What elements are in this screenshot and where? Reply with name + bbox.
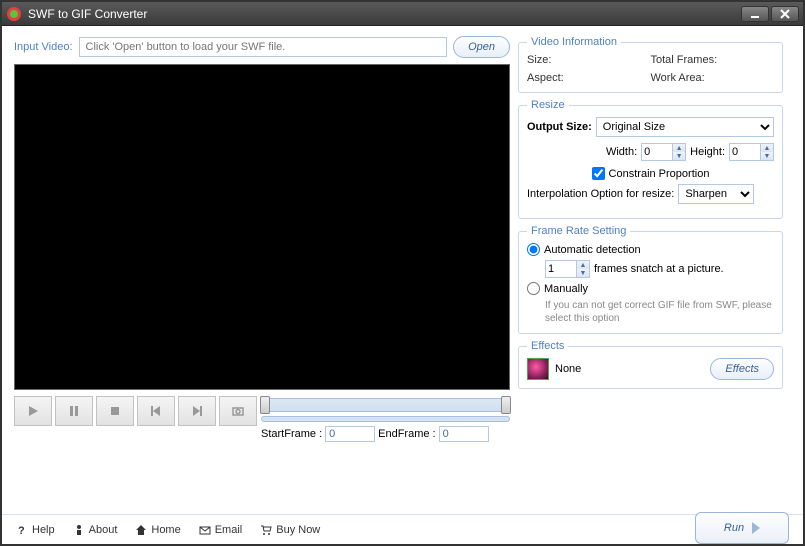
window-title: SWF to GIF Converter	[28, 7, 739, 21]
work-area-label: Work Area:	[651, 72, 775, 84]
interp-select[interactable]: Sharpen	[678, 184, 754, 204]
buy-link[interactable]: Buy Now	[260, 524, 320, 536]
video-preview	[14, 64, 510, 390]
width-down[interactable]: ▼	[673, 152, 685, 160]
range-slider[interactable]	[261, 398, 510, 412]
height-down[interactable]: ▼	[761, 152, 773, 160]
input-video-field[interactable]	[79, 37, 448, 57]
effect-name: None	[555, 363, 704, 375]
effects-legend: Effects	[527, 340, 568, 352]
frame-rate-group: Frame Rate Setting Automatic detection ▲…	[518, 225, 783, 334]
auto-label: Automatic detection	[544, 244, 641, 256]
interp-label: Interpolation Option for resize:	[527, 188, 674, 200]
startframe-input[interactable]	[325, 426, 375, 442]
height-up[interactable]: ▲	[761, 144, 773, 152]
input-video-label: Input Video:	[14, 41, 73, 53]
about-link[interactable]: About	[73, 524, 118, 536]
svg-text:?: ?	[18, 525, 25, 536]
app-icon	[6, 6, 22, 22]
play-button[interactable]	[14, 396, 52, 426]
width-label: Width:	[606, 146, 637, 158]
home-link[interactable]: Home	[135, 524, 180, 536]
run-button[interactable]: Run	[695, 512, 789, 544]
width-up[interactable]: ▲	[673, 144, 685, 152]
next-frame-button[interactable]	[178, 396, 216, 426]
auto-radio[interactable]	[527, 243, 540, 256]
close-button[interactable]	[771, 6, 799, 22]
output-size-select[interactable]: Original Size	[596, 117, 774, 137]
manual-radio[interactable]	[527, 282, 540, 295]
manual-hint: If you can not get correct GIF file from…	[545, 299, 774, 325]
open-button[interactable]: Open	[453, 36, 510, 58]
help-icon: ?	[16, 524, 28, 536]
video-information-group: Video Information Size: Total Frames: As…	[518, 36, 783, 93]
snatch-down[interactable]: ▼	[577, 269, 589, 277]
stop-button[interactable]	[96, 396, 134, 426]
range-thumb-end[interactable]	[501, 396, 511, 414]
video-info-legend: Video Information	[527, 36, 621, 48]
constrain-label: Constrain Proportion	[609, 168, 710, 180]
snapshot-button[interactable]	[219, 396, 257, 426]
height-input[interactable]	[729, 143, 761, 161]
manual-label: Manually	[544, 283, 588, 295]
snatch-input[interactable]	[545, 260, 577, 278]
endframe-input[interactable]	[439, 426, 489, 442]
size-label: Size:	[527, 54, 651, 66]
play-slider[interactable]	[261, 416, 510, 422]
snatch-up[interactable]: ▲	[577, 261, 589, 269]
total-frames-label: Total Frames:	[651, 54, 775, 66]
email-link[interactable]: Email	[199, 524, 243, 536]
titlebar: SWF to GIF Converter	[2, 2, 803, 26]
range-thumb-start[interactable]	[260, 396, 270, 414]
constrain-checkbox[interactable]	[592, 167, 605, 180]
height-label: Height:	[690, 146, 725, 158]
snatch-suffix: frames snatch at a picture.	[594, 263, 724, 275]
email-icon	[199, 524, 211, 536]
width-input[interactable]	[641, 143, 673, 161]
endframe-label: EndFrame :	[378, 428, 435, 440]
help-link[interactable]: ? Help	[16, 524, 55, 536]
cart-icon	[260, 524, 272, 536]
about-icon	[73, 524, 85, 536]
resize-legend: Resize	[527, 99, 569, 111]
resize-group: Resize Output Size: Original Size Width:…	[518, 99, 783, 219]
frs-legend: Frame Rate Setting	[527, 225, 630, 237]
aspect-label: Aspect:	[527, 72, 651, 84]
output-size-label: Output Size:	[527, 121, 592, 133]
prev-frame-button[interactable]	[137, 396, 175, 426]
pause-button[interactable]	[55, 396, 93, 426]
effect-thumbnail	[527, 358, 549, 380]
startframe-label: StartFrame :	[261, 428, 322, 440]
effects-button[interactable]: Effects	[710, 358, 774, 380]
minimize-button[interactable]	[741, 6, 769, 22]
home-icon	[135, 524, 147, 536]
effects-group: Effects None Effects	[518, 340, 783, 389]
